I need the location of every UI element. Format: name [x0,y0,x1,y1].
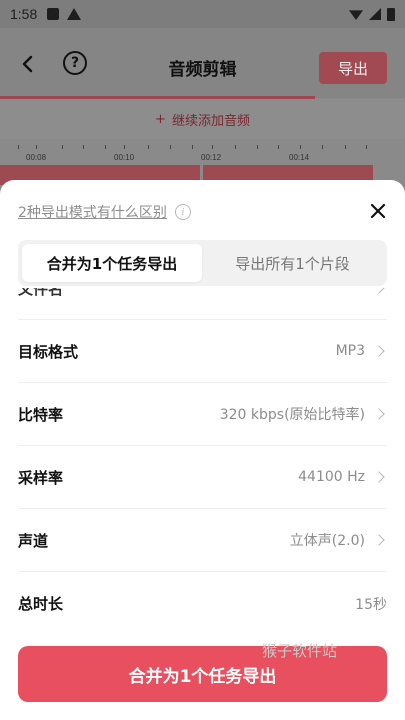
export-mode-switch: 合并为1个任务导出 导出所有1个片段 [18,240,387,286]
row-value [365,288,387,294]
row-value: MP3 [336,343,387,359]
add-audio-label: 继续添加音频 [171,113,250,129]
app-bar: ? 音频剪辑 导出 [0,28,405,98]
timeline[interactable]: 00:08 00:10 00:12 00:14 [0,139,405,185]
row-channels[interactable]: 声道 立体声(2.0) [18,509,387,572]
row-sample-rate[interactable]: 采样率 44100 Hz [18,446,387,509]
duration-value: 15秒 [355,596,387,613]
add-audio-button[interactable]: + 继续添加音频 [0,99,405,139]
status-bar: 1:58 [0,0,405,28]
plus-icon: + [155,111,166,127]
row-target-format[interactable]: 目标格式 MP3 [18,320,387,383]
timeline-tick: 00:14 [289,153,310,162]
settings-list: 文件名 目标格式 MP3 比特率 320 kbps(原始比特率) 采样率 441… [0,288,405,638]
timeline-tick: 00:12 [201,153,222,162]
watermark: 猴子软件站 [262,642,338,660]
chevron-right-icon [373,471,385,483]
status-time: 1:58 [10,6,38,22]
row-label: 目标格式 [18,342,79,361]
notification-icon [47,8,60,20]
row-label: 比特率 [18,405,64,424]
row-value: 44100 Hz [298,469,387,485]
row-file-name[interactable]: 文件名 [18,288,387,320]
row-label: 采样率 [18,468,64,487]
channels-value: 立体声(2.0) [289,533,365,549]
tab-merge-export[interactable]: 合并为1个任务导出 [22,244,202,282]
row-label: 总时长 [18,595,64,613]
export-sheet: 2种导出模式有什么区别 i 合并为1个任务导出 导出所有1个片段 文件名 目标格… [0,180,405,720]
battery-icon [387,7,395,21]
row-label: 文件名 [18,288,64,298]
info-icon[interactable]: i [174,204,191,220]
tab-export-all-segments[interactable]: 导出所有1个片段 [202,244,383,282]
bitrate-value: 320 kbps(原始比特率) [219,407,365,423]
export-button-top[interactable]: 导出 [319,52,387,84]
sample-rate-value: 44100 Hz [298,469,365,485]
row-label: 声道 [18,531,49,550]
row-value: 15秒 [355,594,387,614]
signal-icon [369,8,381,20]
timeline-tick: 00:08 [26,153,47,162]
chevron-right-icon [373,288,385,294]
format-value: MP3 [335,343,365,359]
timeline-tick: 00:10 [114,153,135,162]
row-value: 立体声(2.0) [290,530,387,550]
row-bitrate[interactable]: 比特率 320 kbps(原始比特率) [18,383,387,446]
row-value: 320 kbps(原始比特率) [220,404,387,424]
chevron-right-icon [373,345,385,357]
export-mode-diff-link[interactable]: 2种导出模式有什么区别 [18,202,167,222]
warning-icon [67,8,82,20]
wifi-icon [349,10,363,20]
row-total-duration: 总时长 15秒 [18,572,387,635]
close-icon[interactable] [369,202,387,220]
chevron-right-icon [373,534,385,546]
timeline-ruler [0,145,405,149]
chevron-right-icon [373,408,385,420]
